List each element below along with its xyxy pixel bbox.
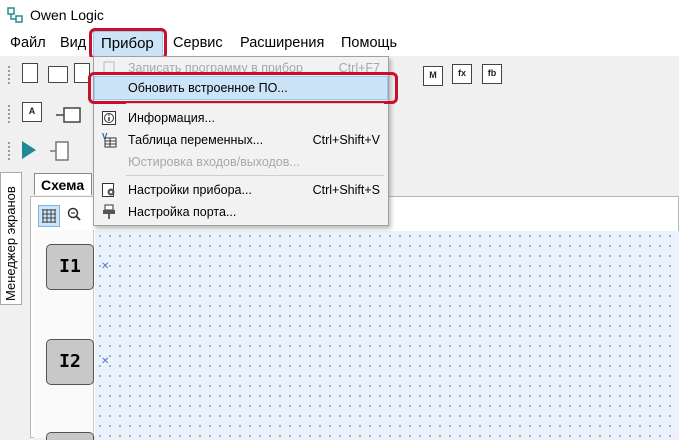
calendar-icon[interactable]: A — [22, 102, 42, 122]
toolbar-grip-icon[interactable] — [8, 105, 13, 123]
function-block-icon[interactable]: fx — [452, 64, 472, 84]
info-icon — [102, 111, 116, 125]
app-logo-icon — [7, 7, 23, 23]
schema-canvas[interactable] — [95, 231, 679, 438]
menu-item-variables-table[interactable]: V Таблица переменных... Ctrl+Shift+V — [94, 129, 388, 151]
menu-help[interactable]: Помощь — [341, 35, 397, 51]
run-simulation-icon[interactable] — [22, 141, 36, 159]
grid-toggle-button[interactable] — [38, 205, 60, 227]
input-variable-icon[interactable] — [56, 100, 84, 126]
open-project-icon[interactable] — [48, 66, 68, 83]
menu-item-calibration[interactable]: Юстировка входов/выходов... — [94, 151, 388, 173]
input-block-i1[interactable]: I1 — [46, 244, 94, 290]
port-settings-icon — [103, 204, 115, 219]
zoom-out-icon[interactable] — [67, 207, 81, 221]
annotation-highlight-ring — [88, 72, 398, 104]
input-block-partial[interactable] — [46, 432, 94, 440]
input-pin-icon[interactable]: ✕ — [101, 261, 109, 272]
input-pin-icon[interactable]: ✕ — [101, 356, 109, 367]
menu-item-information[interactable]: Информация... — [94, 107, 388, 129]
toolbar-grip-icon[interactable] — [8, 142, 13, 160]
menu-separator — [126, 175, 384, 176]
function-icon[interactable]: fb — [482, 64, 502, 84]
menu-item-device-settings[interactable]: Настройки прибора... Ctrl+Shift+S — [94, 179, 388, 201]
menu-service[interactable]: Сервис — [173, 35, 223, 51]
tab-schema[interactable]: Схема — [34, 173, 92, 195]
menu-view[interactable]: Вид — [60, 35, 86, 51]
grid-icon — [42, 209, 56, 223]
macro-icon[interactable]: M — [423, 66, 443, 86]
variables-table-icon: V — [102, 132, 117, 148]
input-block-i2[interactable]: I2 — [46, 339, 94, 385]
menu-item-port-settings[interactable]: Настройка порта... — [94, 201, 388, 223]
new-project-icon[interactable] — [22, 63, 38, 83]
toolbar-grip-icon[interactable] — [8, 66, 13, 84]
device-settings-icon — [102, 183, 115, 197]
screen-manager-label: Менеджер экранов — [3, 186, 18, 301]
connect-icon[interactable] — [50, 138, 76, 164]
screen-manager-tab[interactable]: Менеджер экранов — [0, 172, 22, 305]
window-title: Owen Logic — [30, 7, 104, 23]
menu-separator — [126, 103, 384, 104]
menu-extensions[interactable]: Расширения — [240, 35, 324, 51]
menu-file[interactable]: Файл — [10, 35, 46, 51]
